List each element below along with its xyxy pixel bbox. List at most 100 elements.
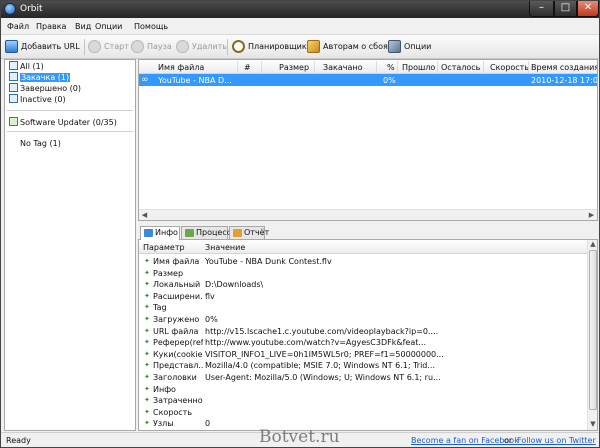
column-divider[interactable] <box>314 61 315 73</box>
software-updater-label: Software Updater (0/35) <box>20 118 117 127</box>
col-percent[interactable]: % <box>387 63 395 72</box>
twitter-link[interactable]: Follow us on Twitter <box>517 436 596 445</box>
toolbar-separator <box>227 39 228 55</box>
property-value: http://v15.lscache1.c.youtube.com/videop… <box>205 326 439 336</box>
list-item[interactable]: ✦ Представл... Mozilla/4.0 (compatible; MS… <box>139 360 587 372</box>
scroll-up-icon[interactable]: ▲ <box>588 240 597 249</box>
list-item[interactable]: ✦Затраченно... <box>139 395 587 407</box>
column-divider[interactable] <box>397 61 398 73</box>
category-all[interactable]: All (1) <box>9 61 44 71</box>
sidebar-divider <box>7 110 133 111</box>
vertical-scrollbar[interactable]: ▲ ▼ <box>587 240 597 430</box>
col-value[interactable]: Значение <box>205 243 245 252</box>
status-bar: Ready Botvet.ru Become a fan on Facebook… <box>1 427 599 447</box>
options-label: Опции <box>404 42 432 51</box>
property-value: D:\Downloads\ <box>205 280 264 290</box>
inactive-icon <box>9 94 18 103</box>
column-divider[interactable] <box>261 61 262 73</box>
property-name: Заголовки <box>153 373 197 382</box>
list-item[interactable]: ✦Локальный ...D:\Downloads\ <box>139 279 587 291</box>
column-divider[interactable] <box>376 61 377 73</box>
col-param[interactable]: Параметр <box>143 243 185 252</box>
start-icon <box>88 40 101 53</box>
property-value: 0% <box>205 315 218 324</box>
tab-info[interactable]: Инфо <box>140 226 180 240</box>
col-filename[interactable]: Имя файла <box>158 63 204 72</box>
scroll-down-icon[interactable]: ▼ <box>588 420 597 429</box>
category-label: Завершено (0) <box>20 84 81 93</box>
property-name: Расширени... <box>153 291 203 301</box>
list-item[interactable]: ✦Реферер(ref...http://www.youtube.com/wa… <box>139 337 587 349</box>
add-url-button[interactable]: Добавить URL <box>5 39 80 55</box>
list-item[interactable]: ✦ Tag <box>139 302 587 314</box>
col-elapsed[interactable]: Прошло <box>402 63 435 72</box>
main-window: Orbit – □ ✕ Файл Правка Вид Опции Помощь… <box>0 0 600 448</box>
category-inactive[interactable]: Inactive (0) <box>9 94 66 104</box>
list-item[interactable]: ✦ Имя файла YouTube - NBA Dunk Contest.flv <box>139 256 587 268</box>
category-completed[interactable]: Завершено (0) <box>9 83 81 93</box>
list-item[interactable]: ✦ Узлы 0 <box>139 418 587 430</box>
bullet-icon: ✦ <box>144 349 150 358</box>
list-item[interactable]: ✦ Расширени... flv <box>139 291 587 303</box>
col-downloaded[interactable]: Закачано <box>323 63 363 72</box>
list-item[interactable]: ✦ Скорость <box>139 407 587 419</box>
column-divider[interactable] <box>528 61 529 73</box>
col-size[interactable]: Размер <box>279 63 309 72</box>
col-remaining[interactable]: Осталось <box>441 63 480 72</box>
column-divider[interactable] <box>483 61 484 73</box>
scrollbar-thumb[interactable] <box>589 250 597 410</box>
list-item[interactable]: ✦ Заголовки User-Agent: Mozilla/5.0 (Windo… <box>139 372 587 384</box>
table-row[interactable]: ∞ YouTube - NBA D... 0% 2010-12-18 17:09… <box>139 74 597 86</box>
scroll-right-icon[interactable]: ▶ <box>587 211 596 220</box>
scroll-left-icon[interactable]: ◀ <box>140 211 149 220</box>
title-bar[interactable]: Orbit – □ ✕ <box>1 1 599 18</box>
col-number[interactable]: # <box>244 63 251 72</box>
properties-header: Параметр Значение <box>139 240 587 254</box>
menu-file[interactable]: Файл <box>7 22 29 31</box>
horizontal-scrollbar[interactable]: ◀ ▶ <box>139 209 597 220</box>
list-item[interactable]: ✦ Загружено 0% <box>139 314 587 326</box>
tools-icon <box>388 40 401 53</box>
menu-options[interactable]: Опции <box>95 22 122 31</box>
property-name: Загружено <box>153 315 200 324</box>
tab-log[interactable]: Отчёт <box>229 226 269 239</box>
column-divider[interactable] <box>237 61 238 73</box>
menu-edit[interactable]: Правка <box>36 22 66 31</box>
delete-label: Удалить <box>192 42 227 51</box>
options-button[interactable]: Опции <box>388 39 431 55</box>
list-item[interactable]: ✦ Инфо <box>139 384 587 396</box>
tab-process[interactable]: Процесс <box>181 226 231 239</box>
property-name: Узлы <box>153 419 174 429</box>
pause-icon <box>131 40 144 53</box>
list-item[interactable]: ✦ URL файла http://v15.lscache1.c.youtube.… <box>139 326 587 338</box>
category-downloading[interactable]: Закачка (1) <box>9 72 71 82</box>
tag-none[interactable]: No Tag (1) <box>20 139 61 148</box>
menu-view[interactable]: Вид <box>75 22 91 31</box>
delete-button[interactable]: Удалить <box>176 39 227 55</box>
start-button[interactable]: Старт <box>88 39 129 55</box>
list-item[interactable]: ✦ Куки(cookie) VISITOR_INFO1_LIVE=0h1IM5WL… <box>139 349 587 361</box>
column-divider[interactable] <box>437 61 438 73</box>
row-created: 2010-12-18 17:09:57 <box>531 76 598 85</box>
facebook-link[interactable]: Become a fan on Facebook <box>411 436 519 445</box>
close-button[interactable]: ✕ <box>577 1 599 17</box>
tag-label: No Tag (1) <box>20 139 61 148</box>
pencil-icon <box>307 40 320 53</box>
property-value: Mozilla/4.0 (compatible; MSIE 7.0; Windo… <box>205 361 435 371</box>
menu-help[interactable]: Помощь <box>134 22 168 31</box>
list-item[interactable]: ✦ Размер <box>139 268 587 280</box>
minimize-button[interactable]: – <box>529 1 554 17</box>
menu-bar: Файл Правка Вид Опции Помощь <box>1 18 599 35</box>
col-created[interactable]: Время создания <box>531 63 597 72</box>
property-value: VISITOR_INFO1_LIVE=0h1IM5WL5r0; PREF=f1=… <box>205 349 444 359</box>
bullet-icon: ✦ <box>144 291 150 300</box>
col-speed[interactable]: Скорость <box>490 63 529 72</box>
property-name: Tag <box>153 303 167 313</box>
report-bug-button[interactable]: Авторам о сбоях <box>307 39 393 55</box>
software-updater[interactable]: Software Updater (0/35) <box>9 117 117 127</box>
tab-label: Инфо <box>155 228 178 237</box>
scheduler-button[interactable]: Планировщик <box>232 39 307 55</box>
maximize-button[interactable]: □ <box>554 1 577 17</box>
pause-button[interactable]: Пауза <box>131 39 172 55</box>
bullet-icon: ✦ <box>144 361 150 370</box>
